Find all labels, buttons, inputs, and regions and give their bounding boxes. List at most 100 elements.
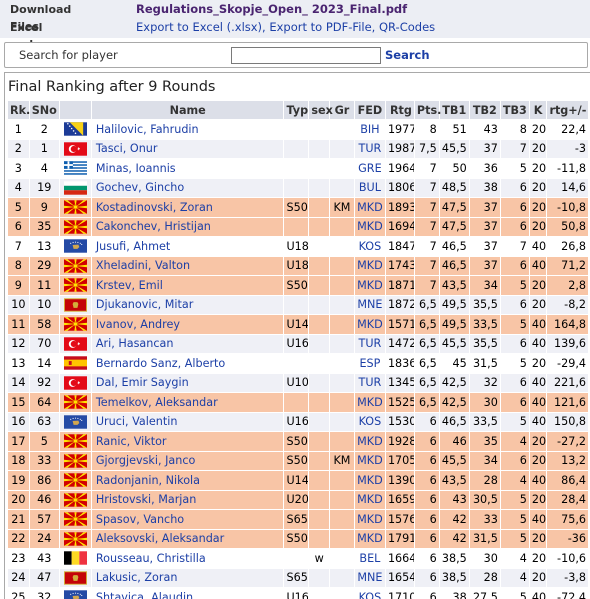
group-cell (330, 255, 355, 275)
k-cell: 20 (529, 275, 548, 295)
table-row: 9 11 Krstev, Emil S50 MKD 1871 7 43,5 34 5 20 2,8 (8, 275, 589, 295)
player-name-link[interactable]: Aleksovski, Aleksandar (91, 528, 285, 548)
col-fed[interactable]: FED (354, 101, 386, 119)
ranking-panel: Final Ranking after 9 Rounds Rk. SNo Nam… (4, 72, 590, 599)
rating-cell: 1525 (385, 392, 415, 412)
tb3-cell: 6 (500, 294, 530, 314)
player-name-link[interactable]: Temelkov, Aleksandar (91, 392, 285, 412)
player-name-link[interactable]: Lakusic, Zoran (91, 567, 285, 587)
player-name-link[interactable]: Bernardo Sanz, Alberto (91, 353, 285, 373)
player-name-link[interactable]: Jusufi, Ahmet (91, 236, 285, 256)
ranking-table: Rk. SNo Name Typ sex Gr FED Rtg Pts. TB1… (8, 101, 589, 599)
mkd-flag-icon (63, 395, 87, 409)
export-excel-link[interactable]: Export to Excel (.xlsx) (136, 20, 262, 34)
col-points[interactable]: Pts. (414, 101, 441, 119)
col-typ[interactable]: Typ (284, 101, 310, 119)
player-name-link[interactable]: Krstev, Emil (91, 275, 285, 295)
tb3-cell: 5 (500, 353, 530, 373)
k-cell: 20 (529, 158, 548, 178)
player-name-link[interactable]: Gjorgjevski, Janco (91, 450, 285, 470)
col-rating[interactable]: Rtg (385, 101, 415, 119)
player-name-link[interactable]: Xheladini, Valton (91, 255, 285, 275)
mkd-flag-icon (63, 454, 87, 468)
player-name-link[interactable]: Rousseau, Christilla (91, 548, 285, 568)
col-tb1[interactable]: TB1 (439, 101, 470, 119)
qr-codes-link[interactable]: QR-Codes (379, 20, 435, 34)
type-cell: S65 (284, 509, 310, 529)
rank-cell: 23 (8, 548, 30, 568)
player-name-link[interactable]: Tasci, Onur (91, 138, 285, 158)
kos-flag-icon (63, 239, 87, 253)
tb1-cell: 46,5 (439, 236, 470, 256)
federation-cell: MKD (354, 450, 386, 470)
points-cell: 6,5 (414, 353, 440, 373)
mne-flag-icon (63, 571, 87, 585)
tb1-cell: 47,5 (439, 197, 470, 217)
flag-cell (59, 197, 92, 217)
col-tb2[interactable]: TB2 (469, 101, 501, 119)
type-cell (284, 548, 310, 568)
search-button[interactable]: Search (385, 48, 430, 62)
player-name-link[interactable]: Spasov, Vancho (91, 509, 285, 529)
tb1-cell: 38,5 (439, 548, 470, 568)
points-cell: 6,5 (414, 392, 440, 412)
sno-cell: 32 (29, 587, 60, 599)
player-name-link[interactable]: Ari, Hasancan (91, 333, 285, 353)
table-row: 5 9 Kostadinovski, Zoran S50 KM MKD 1893 7 47,5 3… (8, 197, 589, 217)
group-cell (330, 392, 355, 412)
mkd-flag-icon (63, 473, 87, 487)
player-name-link[interactable]: Radonjanin, Nikola (91, 470, 285, 490)
rating-change-cell: 13,2 (547, 450, 589, 470)
rating-cell: 1977 (385, 119, 415, 139)
search-input[interactable] (231, 47, 381, 64)
group-cell (330, 275, 355, 295)
tb2-cell: 37 (469, 197, 501, 217)
col-sno[interactable]: SNo (29, 101, 60, 119)
points-cell: 6,5 (414, 372, 440, 392)
player-name-link[interactable]: Hristovski, Marjan (91, 489, 285, 509)
player-name-link[interactable]: Halilovic, Fahrudin (91, 119, 285, 139)
tb3-cell: 4 (500, 567, 530, 587)
type-cell (284, 177, 310, 197)
export-pdf-link[interactable]: Export to PDF-File (269, 20, 371, 34)
player-name-link[interactable]: Dal, Emir Saygin (91, 372, 285, 392)
sex-cell (309, 509, 331, 529)
group-cell (330, 470, 355, 490)
group-cell (330, 372, 355, 392)
col-sex[interactable]: sex (309, 101, 333, 119)
tb3-cell: 6 (500, 372, 530, 392)
col-name[interactable]: Name (91, 101, 285, 119)
tb2-cell: 34 (469, 275, 501, 295)
player-name-link[interactable]: Kostadinovski, Zoran (91, 197, 285, 217)
sex-cell (309, 216, 331, 236)
player-name-link[interactable]: Djukanovic, Mitar (91, 294, 285, 314)
tb3-cell: 8 (500, 119, 530, 139)
federation-cell: MKD (354, 216, 386, 236)
sex-cell (309, 314, 331, 334)
table-row: 13 14 Bernardo Sanz, Alberto ESP 1836 6,5 45 31… (8, 353, 589, 373)
table-row: 14 92 Dal, Emir Saygin U10 TUR 1345 6,5 42,5 32 6… (8, 372, 589, 392)
player-name-link[interactable]: Shtavica, Alaudin (91, 587, 285, 599)
regulations-pdf-link[interactable]: Regulations_Skopje_Open_ 2023_Final.pdf (136, 1, 407, 18)
player-name-link[interactable]: Uruci, Valentin (91, 411, 285, 431)
tb3-cell: 6 (500, 333, 530, 353)
tb2-cell: 43 (469, 119, 501, 139)
tb1-cell: 43,5 (439, 470, 470, 490)
points-cell: 6,5 (414, 294, 440, 314)
rating-cell: 1571 (385, 314, 415, 334)
player-name-link[interactable]: Minas, Ioannis (91, 158, 285, 178)
col-k[interactable]: K (529, 101, 548, 119)
player-name-link[interactable]: Ivanov, Andrey (91, 314, 285, 334)
col-rating-change[interactable]: rtg+/- (547, 101, 589, 119)
col-tb3[interactable]: TB3 (500, 101, 530, 119)
col-rank[interactable]: Rk. (8, 101, 30, 119)
player-name-link[interactable]: Ranic, Viktor (91, 431, 285, 451)
group-cell (330, 177, 355, 197)
federation-cell: KOS (354, 236, 386, 256)
player-name-link[interactable]: Gochev, Gincho (91, 177, 285, 197)
flag-cell (59, 216, 92, 236)
col-group[interactable]: Gr (330, 101, 355, 119)
table-row: 7 13 Jusufi, Ahmet U18 KOS 1847 7 46,5 37 7 40 26,8 (8, 236, 589, 256)
player-name-link[interactable]: Cakonchev, Hristijan (91, 216, 285, 236)
tb2-cell: 38 (469, 177, 501, 197)
